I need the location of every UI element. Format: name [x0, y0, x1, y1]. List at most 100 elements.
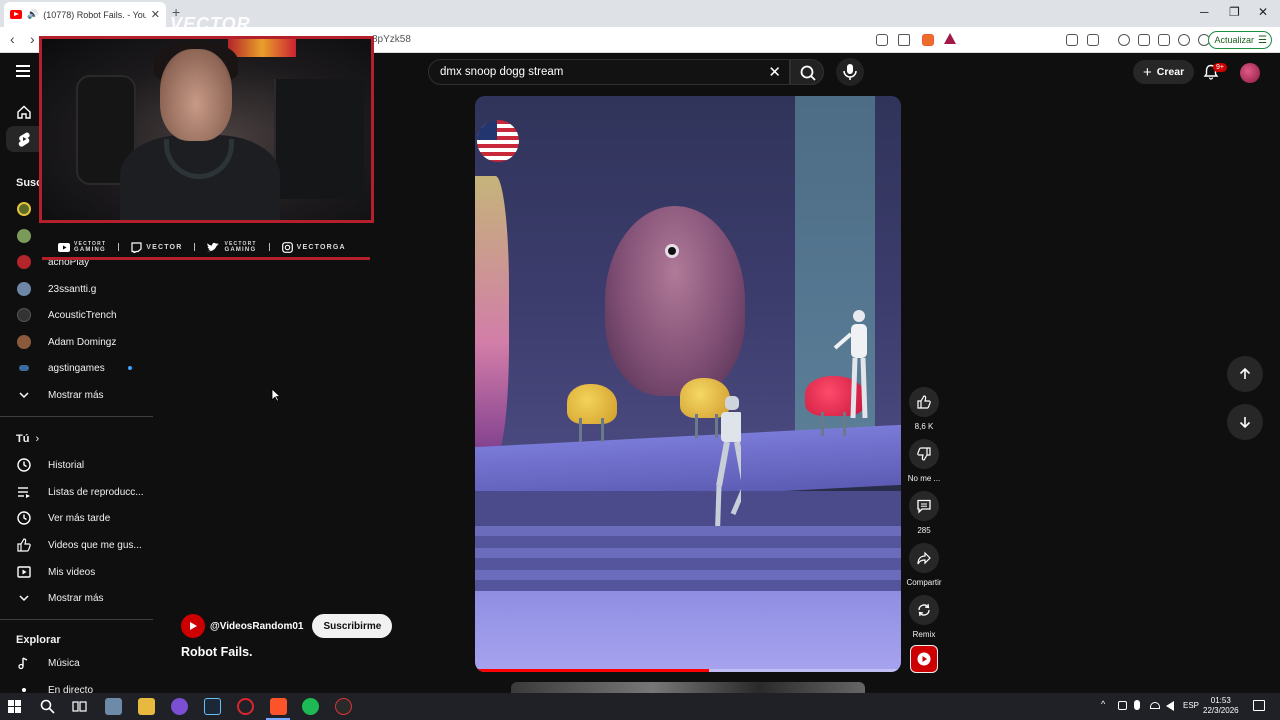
taskbar-clock[interactable]: 01:53 22/3/2026	[1203, 696, 1239, 716]
leo-ai-icon[interactable]	[1178, 34, 1190, 46]
extensions-icon[interactable]	[1066, 34, 1078, 46]
brave-browser-icon[interactable]	[270, 698, 287, 715]
windows-start-icon[interactable]	[8, 700, 21, 713]
short-title[interactable]: Robot Fails.	[181, 645, 253, 659]
browser-tab[interactable]: 🔊 (10778) Robot Fails. - YouTube ✕	[4, 2, 166, 27]
task-view-icon[interactable]	[72, 699, 87, 714]
robot-leg	[601, 418, 604, 442]
remix-button[interactable]: Remix	[902, 595, 946, 639]
opera-icon[interactable]	[237, 698, 254, 715]
twitch-icon	[131, 241, 142, 253]
sidebar-item-music[interactable]: Música	[0, 650, 153, 676]
tab-close-icon[interactable]: ✕	[151, 8, 160, 21]
inflatable-eye	[665, 244, 679, 258]
video-progress-bar[interactable]	[475, 669, 901, 672]
wallet-icon[interactable]	[1158, 34, 1170, 46]
previous-short-button[interactable]	[1227, 356, 1263, 392]
steam-icon[interactable]	[204, 698, 221, 715]
instagram-icon	[281, 241, 293, 253]
tray-app-icon[interactable]	[1118, 701, 1127, 710]
sound-source-thumbnail[interactable]	[910, 645, 938, 673]
microphone-tray-icon[interactable]	[1134, 700, 1140, 710]
wifi-icon[interactable]	[1150, 702, 1160, 709]
sidebar-item-liked-videos[interactable]: Videos que me gus...	[0, 532, 153, 558]
search-query[interactable]: dmx snoop dogg stream	[440, 66, 563, 78]
subscribe-button[interactable]: Suscribirme	[312, 614, 393, 638]
you-heading-label: Tú	[16, 433, 30, 445]
sidebar-item-label: Historial	[48, 459, 85, 471]
forward-icon[interactable]: ›	[30, 31, 35, 47]
next-short-button[interactable]	[1227, 404, 1263, 440]
feather-decoration	[475, 176, 509, 456]
update-button[interactable]: Actualizar ☰	[1207, 31, 1272, 49]
lion-costume-robot-dog	[567, 384, 617, 424]
obs-icon[interactable]	[335, 698, 352, 715]
url-text[interactable]: 8pYzk58	[372, 34, 411, 45]
thumbs-up-icon	[917, 395, 931, 409]
spotify-icon[interactable]	[302, 698, 319, 715]
robot-leg	[695, 414, 698, 438]
back-icon[interactable]: ‹	[10, 31, 15, 47]
channel-avatar[interactable]	[181, 614, 205, 638]
update-label: Actualizar	[1214, 35, 1255, 45]
app-icon[interactable]	[105, 698, 122, 715]
social-label: VECTORGA	[296, 243, 346, 251]
plus-icon: +	[1143, 63, 1152, 81]
explore-heading: Explorar	[16, 634, 61, 646]
arcade-sign	[228, 39, 296, 57]
clear-search-icon[interactable]: ✕	[768, 63, 781, 81]
separator	[194, 243, 196, 251]
brave-shields-icon[interactable]	[922, 34, 934, 46]
voice-search-button[interactable]	[836, 58, 864, 86]
social-twitter: VECTORT GAMING	[207, 241, 256, 253]
channel-name: 23ssantti.g	[48, 283, 97, 295]
search-input[interactable]: dmx snoop dogg stream ✕	[428, 59, 790, 85]
sidebar-item-watch-later[interactable]: Ver más tarde	[0, 505, 153, 531]
comments-button[interactable]: 285	[902, 491, 946, 535]
sidebar-channel-acoustictrench[interactable]: AcousticTrench	[0, 302, 153, 328]
chevron-down-icon	[16, 590, 32, 606]
sidebar-item-history[interactable]: Historial	[0, 452, 153, 478]
like-count: 8,6 K	[914, 422, 934, 431]
sidebar-item-my-videos[interactable]: Mis videos	[0, 559, 153, 585]
language-indicator[interactable]: ESP	[1183, 701, 1199, 710]
install-app-icon[interactable]	[876, 34, 888, 46]
thumbs-down-icon	[917, 447, 931, 461]
sidebar-toggle-icon[interactable]	[1087, 34, 1099, 46]
close-window-button[interactable]: ✕	[1258, 5, 1268, 19]
brave-rewards-icon[interactable]	[944, 33, 956, 44]
sidebar-channel-agstingames[interactable]: agstingames	[0, 355, 153, 381]
create-button[interactable]: + Crear	[1133, 60, 1195, 84]
dislike-button[interactable]: No me ...	[902, 439, 946, 483]
search-button[interactable]	[790, 59, 824, 85]
like-button[interactable]: 8,6 K	[902, 387, 946, 431]
minimize-button[interactable]: ─	[1200, 5, 1209, 19]
robot-leg	[579, 418, 582, 442]
channel-handle[interactable]: @VideosRandom01	[210, 621, 303, 632]
share-page-icon[interactable]	[898, 34, 910, 46]
discord-icon[interactable]	[171, 698, 188, 715]
tray-chevron-icon[interactable]: ^	[1101, 699, 1105, 709]
file-explorer-icon[interactable]	[138, 698, 155, 715]
social-instagram: VECTORGA	[281, 241, 346, 253]
next-short-preview[interactable]	[511, 682, 865, 693]
notification-center-icon[interactable]	[1253, 700, 1265, 711]
sidebar-channel-23ssanttig[interactable]: 23ssantti.g	[0, 276, 153, 302]
share-icon	[917, 551, 931, 565]
sidebar-item-playlists[interactable]: Listas de reproducc...	[0, 479, 153, 505]
remix-icon	[918, 603, 930, 617]
media-icon[interactable]	[1118, 34, 1130, 46]
show-more-subscriptions[interactable]: Mostrar más	[0, 382, 153, 408]
taskbar-search-icon[interactable]	[40, 699, 55, 714]
comment-icon	[917, 499, 931, 514]
hamburger-menu-icon[interactable]	[16, 65, 30, 77]
user-avatar[interactable]	[1240, 63, 1260, 83]
reading-list-icon[interactable]	[1138, 34, 1150, 46]
short-video-player[interactable]	[475, 96, 901, 672]
volume-icon[interactable]	[1166, 701, 1174, 711]
maximize-button[interactable]: ❐	[1229, 5, 1240, 19]
you-heading[interactable]: Tú ›	[0, 426, 153, 452]
show-more-you[interactable]: Mostrar más	[0, 585, 153, 611]
sidebar-channel-adamdomingz[interactable]: Adam Domingz	[0, 329, 153, 355]
share-button[interactable]: Compartir	[902, 543, 946, 587]
